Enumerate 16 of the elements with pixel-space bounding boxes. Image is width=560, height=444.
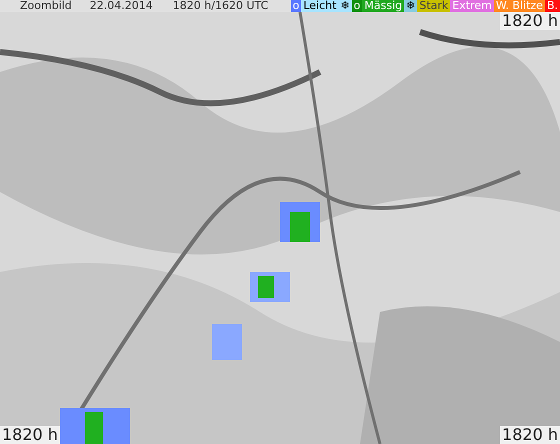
time-label: 1820 h [0, 426, 60, 444]
legend-item: ❄ [404, 0, 418, 12]
legend-item: W. Blitze [494, 0, 545, 12]
legend-item: ❄ [338, 0, 352, 12]
header-time: 1820 h/1620 UTC [172, 0, 268, 12]
legend-item: B. [544, 0, 560, 12]
time-label: 1820 h [500, 426, 560, 444]
header-date: 22.04.2014 [90, 0, 153, 12]
time-label: 1820 h [500, 12, 560, 30]
legend-item: o [352, 0, 362, 12]
legend-item: Stark [417, 0, 450, 12]
legend-item: Leicht [301, 0, 338, 12]
legend-item: o [290, 0, 302, 12]
legend-item: Mässig [362, 0, 404, 12]
header-title: Zoombild [20, 0, 72, 12]
legend-item: Extrem [450, 0, 494, 12]
